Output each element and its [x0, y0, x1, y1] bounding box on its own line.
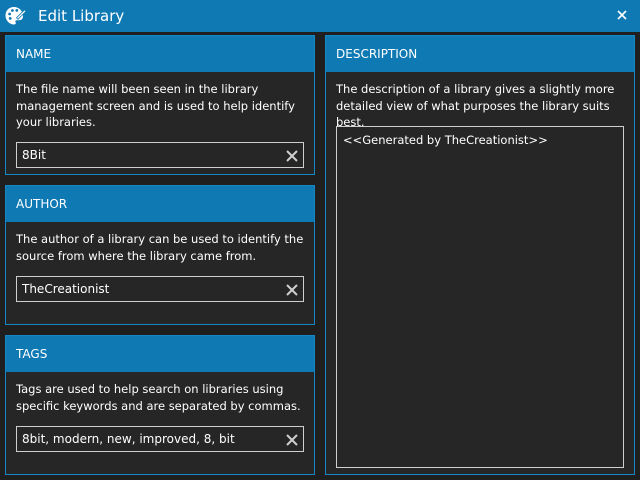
description-panel: DESCRIPTION The description of a library…: [325, 35, 635, 475]
name-description: The file name will been seen in the libr…: [16, 82, 295, 129]
author-panel: AUTHOR The author of a library can be us…: [5, 185, 315, 325]
name-input[interactable]: [17, 143, 273, 167]
name-panel: NAME The file name will been seen in the…: [5, 35, 315, 175]
name-field[interactable]: [16, 142, 304, 168]
description-help-text: The description of a library gives a sli…: [336, 82, 615, 129]
close-icon[interactable]: [612, 5, 632, 25]
clear-name-icon[interactable]: [285, 148, 299, 162]
tags-header: TAGS: [6, 336, 314, 372]
tags-input[interactable]: [17, 427, 273, 451]
tags-description: Tags are used to help search on librarie…: [16, 382, 301, 413]
clear-tags-icon[interactable]: [285, 432, 299, 446]
description-textarea[interactable]: <<Generated by TheCreationist>>: [336, 126, 624, 468]
palette-brush-icon: [3, 4, 27, 28]
name-header: NAME: [6, 36, 314, 72]
author-field[interactable]: [16, 276, 304, 302]
description-header: DESCRIPTION: [326, 36, 634, 72]
window-title: Edit Library: [38, 7, 125, 25]
tags-panel: TAGS Tags are used to help search on lib…: [5, 335, 315, 475]
author-description: The author of a library can be used to i…: [16, 232, 304, 263]
author-input[interactable]: [17, 277, 273, 301]
author-header: AUTHOR: [6, 186, 314, 222]
title-bar[interactable]: Edit Library: [0, 0, 640, 32]
dialog-content: NAME The file name will been seen in the…: [0, 32, 640, 480]
tags-field[interactable]: [16, 426, 304, 452]
clear-author-icon[interactable]: [285, 282, 299, 296]
